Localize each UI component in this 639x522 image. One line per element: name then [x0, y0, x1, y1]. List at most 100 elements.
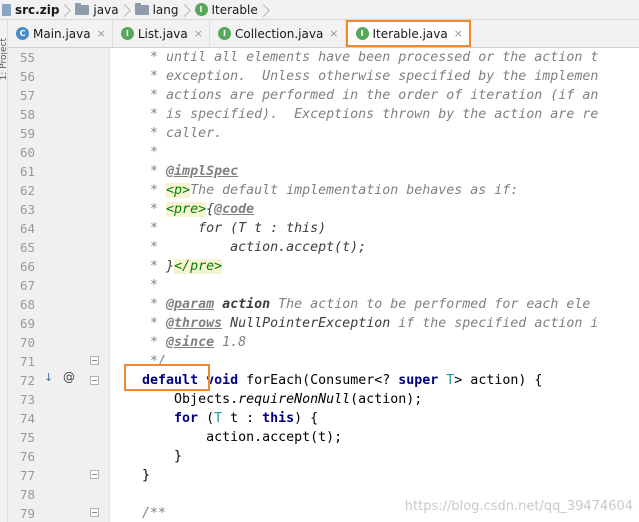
- tab-main-java[interactable]: C Main.java ×: [8, 20, 113, 47]
- javadoc-tag: @code: [214, 202, 255, 217]
- fold-toggle-icon[interactable]: [90, 356, 99, 365]
- line-number: 75: [19, 430, 35, 445]
- close-icon[interactable]: ×: [329, 27, 338, 40]
- code-line-63: * <pre>{@code: [110, 202, 255, 217]
- line-number: 63: [19, 202, 35, 217]
- code-line-58: * is specified). Exceptions thrown by th…: [110, 107, 599, 122]
- line-number: 55: [19, 50, 35, 65]
- interface-icon: I: [120, 27, 134, 40]
- line-number: 57: [19, 88, 35, 103]
- folder-icon: [134, 2, 149, 15]
- javadoc-tag: @param: [166, 297, 215, 312]
- javadoc-tag: @throws: [166, 316, 223, 331]
- code-line-75: action.accept(t);: [206, 430, 343, 445]
- editor-gutter[interactable]: 55 56 57 58 59 60 61 62 63 64 65 66 67 6…: [8, 48, 110, 522]
- javadoc-tag: @implSpec: [166, 164, 239, 179]
- breadcrumb-item-lang[interactable]: lang: [134, 0, 179, 20]
- code-line-59: * caller.: [110, 126, 223, 141]
- line-number: 77: [19, 468, 35, 483]
- tab-label: List.java: [137, 26, 188, 41]
- breadcrumb-separator-icon: [183, 0, 191, 20]
- code-line-67: *: [110, 278, 159, 293]
- breadcrumb-label: src.zip: [15, 2, 60, 17]
- code-line-69: * @throws NullPointerException if the sp…: [110, 316, 599, 331]
- line-number: 56: [19, 69, 35, 84]
- line-number: 72: [19, 373, 35, 388]
- breadcrumb-separator-icon: [63, 0, 71, 20]
- close-icon[interactable]: ×: [97, 27, 106, 40]
- zip-archive-icon: [2, 3, 11, 16]
- code-line-77: }: [142, 468, 151, 483]
- breadcrumb-separator-icon: [123, 0, 131, 20]
- interface-icon: I: [217, 27, 231, 40]
- code-editor[interactable]: 55 56 57 58 59 60 61 62 63 64 65 66 67 6…: [8, 48, 639, 522]
- tab-label: Main.java: [33, 26, 91, 41]
- tab-label: Iterable.java: [372, 26, 448, 41]
- fold-toggle-icon[interactable]: [90, 470, 99, 479]
- fold-toggle-icon[interactable]: [90, 376, 99, 385]
- code-line-70: * @since 1.8: [110, 335, 247, 350]
- line-number: 76: [19, 449, 35, 464]
- breadcrumb-label: Iterable: [211, 2, 258, 17]
- code-line-65: * action.accept(t);: [110, 240, 367, 255]
- line-number: 71: [19, 354, 35, 369]
- code-line-57: * actions are performed in the order of …: [110, 88, 599, 103]
- annotation-icon[interactable]: @: [63, 370, 75, 384]
- code-line-64: * for (T t : this): [110, 221, 327, 236]
- breadcrumb-label: java: [93, 2, 119, 17]
- editor-tab-bar: C Main.java × I List.java × I Collection…: [8, 20, 639, 48]
- tab-collection-java[interactable]: I Collection.java ×: [210, 20, 346, 47]
- javadoc-tag: @since: [166, 335, 215, 350]
- code-line-68: * @param action The action to be perform…: [110, 297, 591, 312]
- navigation-breadcrumb: src.zip java lang I Iterable: [0, 0, 639, 20]
- code-line-76: }: [174, 449, 183, 464]
- close-icon[interactable]: ×: [194, 27, 203, 40]
- line-number: 62: [19, 183, 35, 198]
- line-number: 73: [19, 392, 35, 407]
- close-icon[interactable]: ×: [454, 27, 463, 40]
- line-number: 61: [19, 164, 35, 179]
- overriding-method-icon[interactable]: ↓: [44, 371, 53, 384]
- line-number: 58: [19, 107, 35, 122]
- code-line-62: * <p>The default implementation behaves …: [110, 183, 519, 198]
- code-area[interactable]: * until all elements have been processed…: [110, 48, 639, 522]
- code-line-79: /**: [142, 506, 167, 521]
- fold-toggle-icon[interactable]: [90, 508, 99, 517]
- line-number: 65: [19, 240, 35, 255]
- default-keyword-highlight: [124, 364, 210, 391]
- code-line-66: * }</pre>: [110, 259, 223, 274]
- breadcrumb-separator-icon: [262, 0, 270, 20]
- code-line-60: *: [110, 145, 159, 160]
- line-number: 67: [19, 278, 35, 293]
- interface-icon: I: [355, 27, 369, 40]
- code-line-55: * until all elements have been processed…: [110, 50, 599, 65]
- breadcrumb-item-iterable[interactable]: I Iterable: [194, 0, 258, 20]
- line-number: 68: [19, 297, 35, 312]
- html-tag: </pre>: [174, 259, 223, 274]
- html-tag: <p>: [166, 183, 191, 198]
- html-tag: <pre>: [166, 202, 207, 217]
- code-line-74: for (T t : this) {: [174, 411, 319, 426]
- breadcrumb-label: lang: [152, 2, 179, 17]
- line-number: 79: [19, 506, 35, 521]
- line-number: 66: [19, 259, 35, 274]
- code-line-73: Objects.requireNonNull(action);: [174, 392, 423, 407]
- interface-icon: I: [194, 3, 208, 16]
- folder-icon: [75, 2, 90, 15]
- tab-iterable-java[interactable]: I Iterable.java ×: [345, 20, 471, 47]
- line-number: 60: [19, 145, 35, 160]
- tab-list-java[interactable]: I List.java ×: [113, 20, 210, 47]
- tab-label: Collection.java: [234, 26, 324, 41]
- breadcrumb-item-src-zip[interactable]: src.zip: [2, 0, 59, 20]
- breadcrumb-item-java[interactable]: java: [75, 0, 119, 20]
- line-number: 78: [19, 487, 35, 502]
- line-number: 70: [19, 335, 35, 350]
- watermark-text: https://blog.csdn.net/qq_39474604: [404, 499, 633, 514]
- line-number: 64: [19, 221, 35, 236]
- line-number: 59: [19, 126, 35, 141]
- line-number: 69: [19, 316, 35, 331]
- class-icon: C: [16, 27, 29, 40]
- code-line-61: * @implSpec: [110, 164, 239, 179]
- code-line-56: * exception. Unless otherwise specified …: [110, 69, 599, 84]
- line-number: 74: [19, 411, 35, 426]
